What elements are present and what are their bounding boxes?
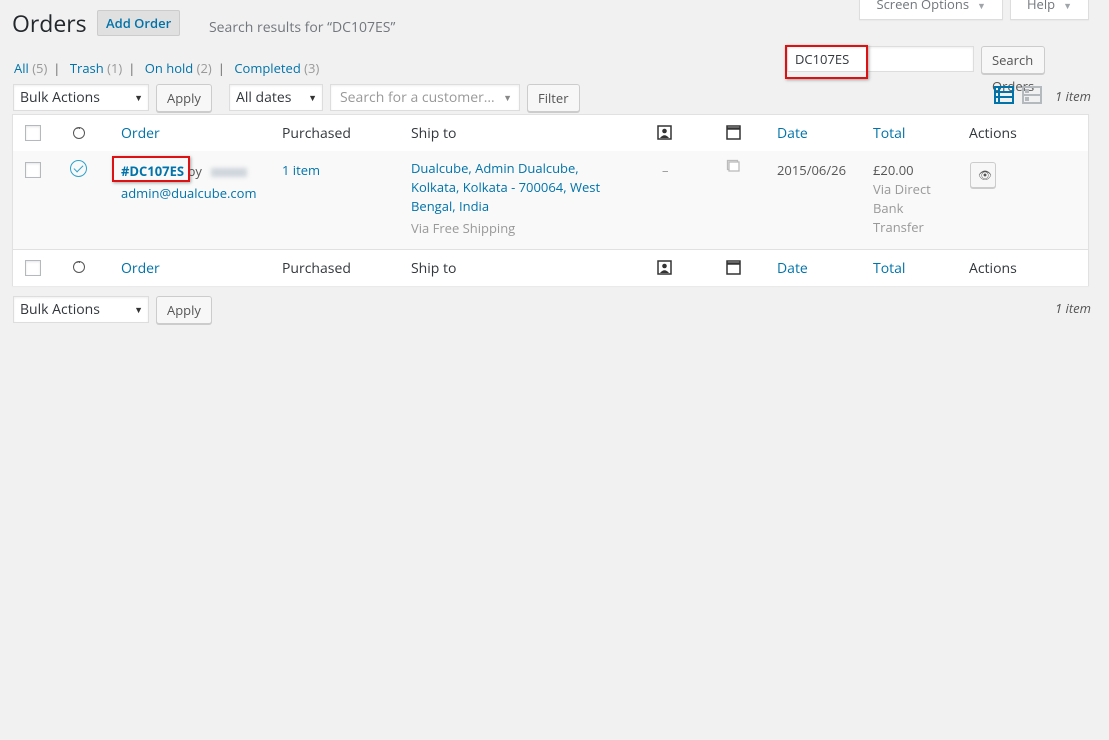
- total-cell: £20.00 Via Direct Bank Transfer: [873, 161, 931, 237]
- eye-icon: 👁: [978, 168, 992, 183]
- column-actions: Actions: [969, 124, 1017, 143]
- filter-on-hold-label: On hold: [144, 59, 194, 77]
- order-by-text: by: [187, 162, 202, 180]
- search-input[interactable]: [787, 46, 974, 72]
- screen-options-button[interactable]: Screen Options ▼: [859, 0, 1003, 20]
- filter-on-hold-count: (2): [196, 59, 212, 77]
- add-order-button[interactable]: Add Order: [97, 10, 181, 36]
- row-checkbox[interactable]: [25, 162, 41, 178]
- order-total: £20.00: [873, 161, 914, 179]
- view-order-button[interactable]: 👁: [970, 162, 996, 188]
- bulk-actions-select[interactable]: Bulk Actions ▼: [13, 84, 149, 111]
- customer-search-placeholder: Search for a customer…: [340, 88, 495, 107]
- dropdown-arrow-icon: ▼: [134, 91, 143, 104]
- blurred-customer-name: [211, 168, 248, 178]
- order-status-icon: [73, 121, 85, 139]
- order-number-link[interactable]: #DC107ES: [121, 162, 184, 180]
- filter-all-label: All: [14, 59, 29, 77]
- order-notes-icon: [726, 260, 741, 280]
- dates-value: All dates: [236, 88, 292, 107]
- order-notes-icon: [726, 125, 741, 145]
- select-all-checkbox-footer[interactable]: [25, 260, 41, 276]
- caret-down-icon: ▼: [1063, 0, 1072, 12]
- customer-message-icon: [657, 125, 672, 145]
- view-switch: [994, 85, 1042, 105]
- screen-meta-links: Screen Options ▼ Help ▼: [859, 0, 1089, 20]
- order-cell: #DC107ES by admin@dualcube.com: [121, 160, 257, 204]
- order-status-icon: [73, 255, 85, 273]
- customer-message-empty: –: [662, 161, 669, 179]
- payment-line-2: Bank: [873, 199, 904, 217]
- excerpt-view-icon[interactable]: [1022, 85, 1042, 105]
- column-purchased: Purchased: [282, 124, 351, 143]
- filter-trash-label: Trash: [69, 59, 104, 77]
- customer-message-icon: [657, 260, 672, 280]
- column-total-footer[interactable]: Total: [873, 259, 905, 278]
- orders-table: Order Purchased Ship to Date Total Actio…: [12, 114, 1089, 286]
- bulk-actions-select-bottom[interactable]: Bulk Actions ▼: [13, 296, 149, 323]
- filter-button[interactable]: Filter: [527, 84, 580, 112]
- column-purchased-footer: Purchased: [282, 259, 351, 278]
- ship-line-2: Kolkata, Kolkata - 700064, West: [411, 178, 601, 196]
- column-order[interactable]: Order: [121, 124, 160, 143]
- dropdown-arrow-icon: ▼: [308, 91, 317, 104]
- order-notes-empty-icon: [726, 159, 740, 177]
- caret-down-icon: ▼: [977, 0, 986, 12]
- status-filters: All (5) | Trash (1) | On hold (2) | Complet…: [14, 59, 320, 77]
- ship-line-1: Dualcube, Admin Dualcube,: [411, 159, 579, 177]
- shipping-method: Via Free Shipping: [411, 219, 516, 237]
- ship-line-3: Bengal, India: [411, 197, 490, 215]
- dropdown-arrow-icon: ▼: [134, 303, 143, 316]
- items-count-bottom: 1 item: [1055, 299, 1091, 317]
- filter-all[interactable]: All (5): [14, 59, 47, 77]
- dropdown-arrow-icon: ▼: [503, 91, 512, 104]
- column-date[interactable]: Date: [777, 124, 808, 143]
- table-footer: Order Purchased Ship to Date Total Actio…: [13, 249, 1088, 286]
- ship-to-cell: Dualcube, Admin Dualcube, Kolkata, Kolka…: [411, 159, 600, 238]
- select-all-checkbox[interactable]: [25, 125, 41, 141]
- customer-email-link[interactable]: admin@dualcube.com: [121, 184, 257, 202]
- shipping-address-link[interactable]: Dualcube, Admin Dualcube, Kolkata, Kolka…: [411, 159, 600, 215]
- order-date: 2015/06/26: [777, 161, 846, 179]
- table-header: Order Purchased Ship to Date Total Actio…: [13, 115, 1088, 152]
- help-label: Help: [1026, 0, 1056, 13]
- filter-completed-count: (3): [304, 59, 320, 77]
- items-count-top: 1 item: [1055, 87, 1091, 105]
- column-total[interactable]: Total: [873, 124, 905, 143]
- filter-trash-count: (1): [107, 59, 123, 77]
- payment-line-1: Via Direct: [873, 180, 931, 198]
- payment-line-3: Transfer: [873, 218, 924, 236]
- apply-button-bottom[interactable]: Apply: [156, 296, 212, 324]
- apply-button[interactable]: Apply: [156, 84, 212, 112]
- filter-trash[interactable]: Trash (1): [70, 59, 122, 77]
- column-date-footer[interactable]: Date: [777, 259, 808, 278]
- column-actions-footer: Actions: [969, 259, 1017, 278]
- filter-all-count: (5): [32, 59, 48, 77]
- purchased-items-link[interactable]: 1 item: [282, 161, 320, 179]
- bulk-actions-value: Bulk Actions: [20, 88, 100, 107]
- column-order-footer[interactable]: Order: [121, 259, 160, 278]
- search-results-subtitle: Search results for “DC107ES”: [209, 18, 396, 37]
- filter-on-hold[interactable]: On hold (2): [145, 59, 212, 77]
- list-view-icon[interactable]: [994, 85, 1014, 105]
- search-box: Search Orders: [787, 46, 1046, 95]
- bulk-actions-value-bottom: Bulk Actions: [20, 300, 100, 319]
- customer-search-select[interactable]: Search for a customer… ▼: [330, 84, 520, 111]
- search-orders-button[interactable]: Search Orders: [981, 46, 1046, 95]
- completed-status-icon: [70, 160, 87, 177]
- page-title: Orders: [12, 7, 87, 39]
- dates-select[interactable]: All dates ▼: [229, 84, 323, 111]
- column-ship-to-footer: Ship to: [411, 259, 457, 278]
- column-ship-to: Ship to: [411, 124, 457, 143]
- filter-completed[interactable]: Completed (3): [234, 59, 319, 77]
- help-button[interactable]: Help ▼: [1009, 0, 1089, 20]
- screen-options-label: Screen Options: [876, 0, 970, 13]
- table-row: #DC107ES by admin@dualcube.com 1 item Du…: [13, 151, 1088, 249]
- filter-completed-label: Completed: [234, 59, 301, 77]
